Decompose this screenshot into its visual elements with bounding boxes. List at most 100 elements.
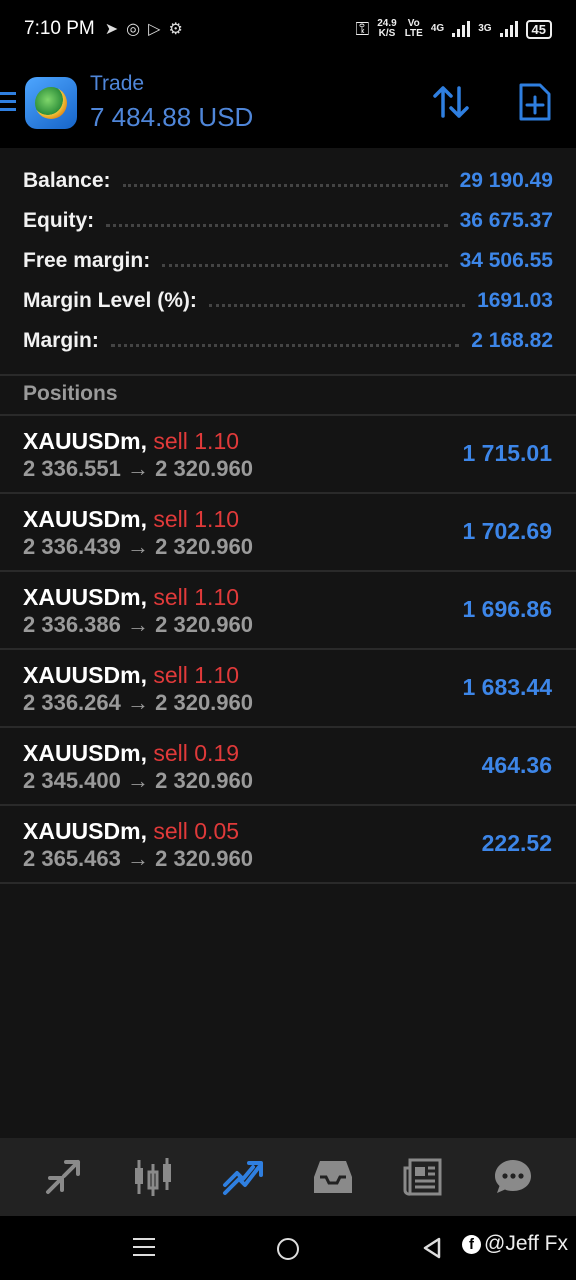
news-icon[interactable] <box>393 1147 453 1207</box>
position-lots: 1.10 <box>194 584 240 610</box>
summary-label: Margin: <box>23 329 99 352</box>
app-logo <box>25 77 77 129</box>
current-price: 2 320.960 <box>155 534 253 559</box>
leader-dots <box>162 263 448 267</box>
position-symbol: XAUUSDm, <box>23 428 147 454</box>
network-speed: 24.9 K/S <box>377 18 397 39</box>
summary-label: Balance: <box>23 169 111 192</box>
current-price: 2 320.960 <box>155 456 253 481</box>
recents-icon[interactable] <box>133 1238 155 1262</box>
facebook-icon: f <box>462 1234 481 1254</box>
summary-value: 29 190.49 <box>459 169 553 192</box>
open-price: 2 336.551 <box>23 456 121 481</box>
position-side: sell <box>153 662 188 688</box>
leader-dots <box>106 223 448 227</box>
summary-row-equity: Equity: 36 675.37 <box>0 201 576 241</box>
app-bar: Trade 7 484.88 USD <box>0 58 576 148</box>
position-row[interactable]: XAUUSDm, sell 1.10 2 336.439 → 2 320.960… <box>0 494 576 572</box>
summary-row-balance: Balance: 29 190.49 <box>0 161 576 201</box>
telegram-icon: ➤ <box>104 21 119 38</box>
position-row[interactable]: XAUUSDm, sell 1.10 2 336.386 → 2 320.960… <box>0 572 576 650</box>
position-side: sell <box>153 584 188 610</box>
position-title: XAUUSDm, sell 1.10 <box>23 584 239 611</box>
summary-value: 36 675.37 <box>459 209 553 232</box>
positions-header: Positions <box>23 382 118 405</box>
chart-icon[interactable] <box>123 1147 183 1207</box>
open-price: 2 336.386 <box>23 612 121 637</box>
positions-list: XAUUSDm, sell 1.10 2 336.551 → 2 320.960… <box>0 416 576 884</box>
position-row[interactable]: XAUUSDm, sell 0.19 2 345.400 → 2 320.960… <box>0 728 576 806</box>
page-title: Trade <box>90 72 145 95</box>
position-symbol: XAUUSDm, <box>23 818 147 844</box>
position-profit: 464.36 <box>481 752 552 778</box>
position-title: XAUUSDm, sell 0.19 <box>23 740 239 767</box>
position-prices: 2 336.439 → 2 320.960 <box>23 534 253 560</box>
menu-icon[interactable] <box>0 92 16 116</box>
leader-dots <box>122 183 448 187</box>
position-prices: 2 345.400 → 2 320.960 <box>23 768 253 794</box>
settings-gear-icon: ⚙ <box>168 21 183 38</box>
position-symbol: XAUUSDm, <box>23 740 147 766</box>
position-prices: 2 336.551 → 2 320.960 <box>23 456 253 482</box>
volte-indicator: Vo LTE <box>404 18 423 39</box>
current-price: 2 320.960 <box>155 612 253 637</box>
signal-icon-2 <box>499 21 518 37</box>
open-price: 2 365.463 <box>23 846 121 871</box>
back-icon[interactable] <box>422 1236 442 1265</box>
position-profit: 1 683.44 <box>462 674 552 700</box>
position-lots: 1.10 <box>194 662 240 688</box>
price-arrow-icon: → <box>127 768 149 793</box>
status-bar: 7:10 PM ➤ ◎ ▷ ⚙ ⚿ 24.9 K/S Vo LTE 4G 3G … <box>0 0 576 58</box>
position-side: sell <box>153 818 188 844</box>
position-lots: 1.10 <box>194 506 240 532</box>
sort-icon[interactable] <box>432 84 472 125</box>
system-nav-bar: f @Jeff Fx <box>0 1216 576 1280</box>
position-row[interactable]: XAUUSDm, sell 0.05 2 365.463 → 2 320.960… <box>0 806 576 884</box>
net-4g-indicator: 4G <box>430 23 445 34</box>
quotes-icon[interactable] <box>33 1147 93 1207</box>
position-symbol: XAUUSDm, <box>23 662 147 688</box>
position-prices: 2 336.264 → 2 320.960 <box>23 690 253 716</box>
summary-value: 34 506.55 <box>459 249 553 272</box>
status-time: 7:10 PM <box>24 18 95 39</box>
account-summary: Balance: 29 190.49 Equity: 36 675.37 Fre… <box>0 161 576 361</box>
position-profit: 222.52 <box>481 830 552 856</box>
position-lots: 0.19 <box>194 740 240 766</box>
position-lots: 0.05 <box>194 818 240 844</box>
trade-icon[interactable] <box>213 1147 273 1207</box>
position-side: sell <box>153 506 188 532</box>
key-icon: ⚿ <box>355 18 370 39</box>
position-profit: 1 715.01 <box>462 440 552 466</box>
home-icon[interactable] <box>277 1238 299 1260</box>
position-row[interactable]: XAUUSDm, sell 1.10 2 336.264 → 2 320.960… <box>0 650 576 728</box>
chrome-icon: ◎ <box>126 21 141 38</box>
divider <box>0 374 576 376</box>
position-title: XAUUSDm, sell 1.10 <box>23 506 239 533</box>
leader-dots <box>208 303 466 307</box>
position-row[interactable]: XAUUSDm, sell 1.10 2 336.551 → 2 320.960… <box>0 416 576 494</box>
price-arrow-icon: → <box>127 690 149 715</box>
new-order-icon[interactable] <box>518 82 552 127</box>
position-title: XAUUSDm, sell 0.05 <box>23 818 239 845</box>
watermark: f @Jeff Fx <box>462 1232 568 1256</box>
price-arrow-icon: → <box>127 534 149 559</box>
messages-icon[interactable] <box>483 1147 543 1207</box>
history-icon[interactable] <box>303 1147 363 1207</box>
summary-row-margin-level: Margin Level (%): 1691.03 <box>0 281 576 321</box>
current-price: 2 320.960 <box>155 690 253 715</box>
leader-dots <box>110 343 460 347</box>
header-balance: 7 484.88 USD <box>90 102 254 132</box>
signal-icon <box>452 21 471 37</box>
summary-row-free-margin: Free margin: 34 506.55 <box>0 241 576 281</box>
open-price: 2 336.264 <box>23 690 121 715</box>
open-price: 2 336.439 <box>23 534 121 559</box>
summary-label: Equity: <box>23 209 95 232</box>
position-symbol: XAUUSDm, <box>23 584 147 610</box>
summary-label: Free margin: <box>23 249 151 272</box>
summary-value: 2 168.82 <box>471 329 553 352</box>
net-3g-indicator: 3G <box>478 23 492 34</box>
position-prices: 2 336.386 → 2 320.960 <box>23 612 253 638</box>
position-title: XAUUSDm, sell 1.10 <box>23 428 239 455</box>
position-lots: 1.10 <box>194 428 240 454</box>
price-arrow-icon: → <box>127 846 149 871</box>
